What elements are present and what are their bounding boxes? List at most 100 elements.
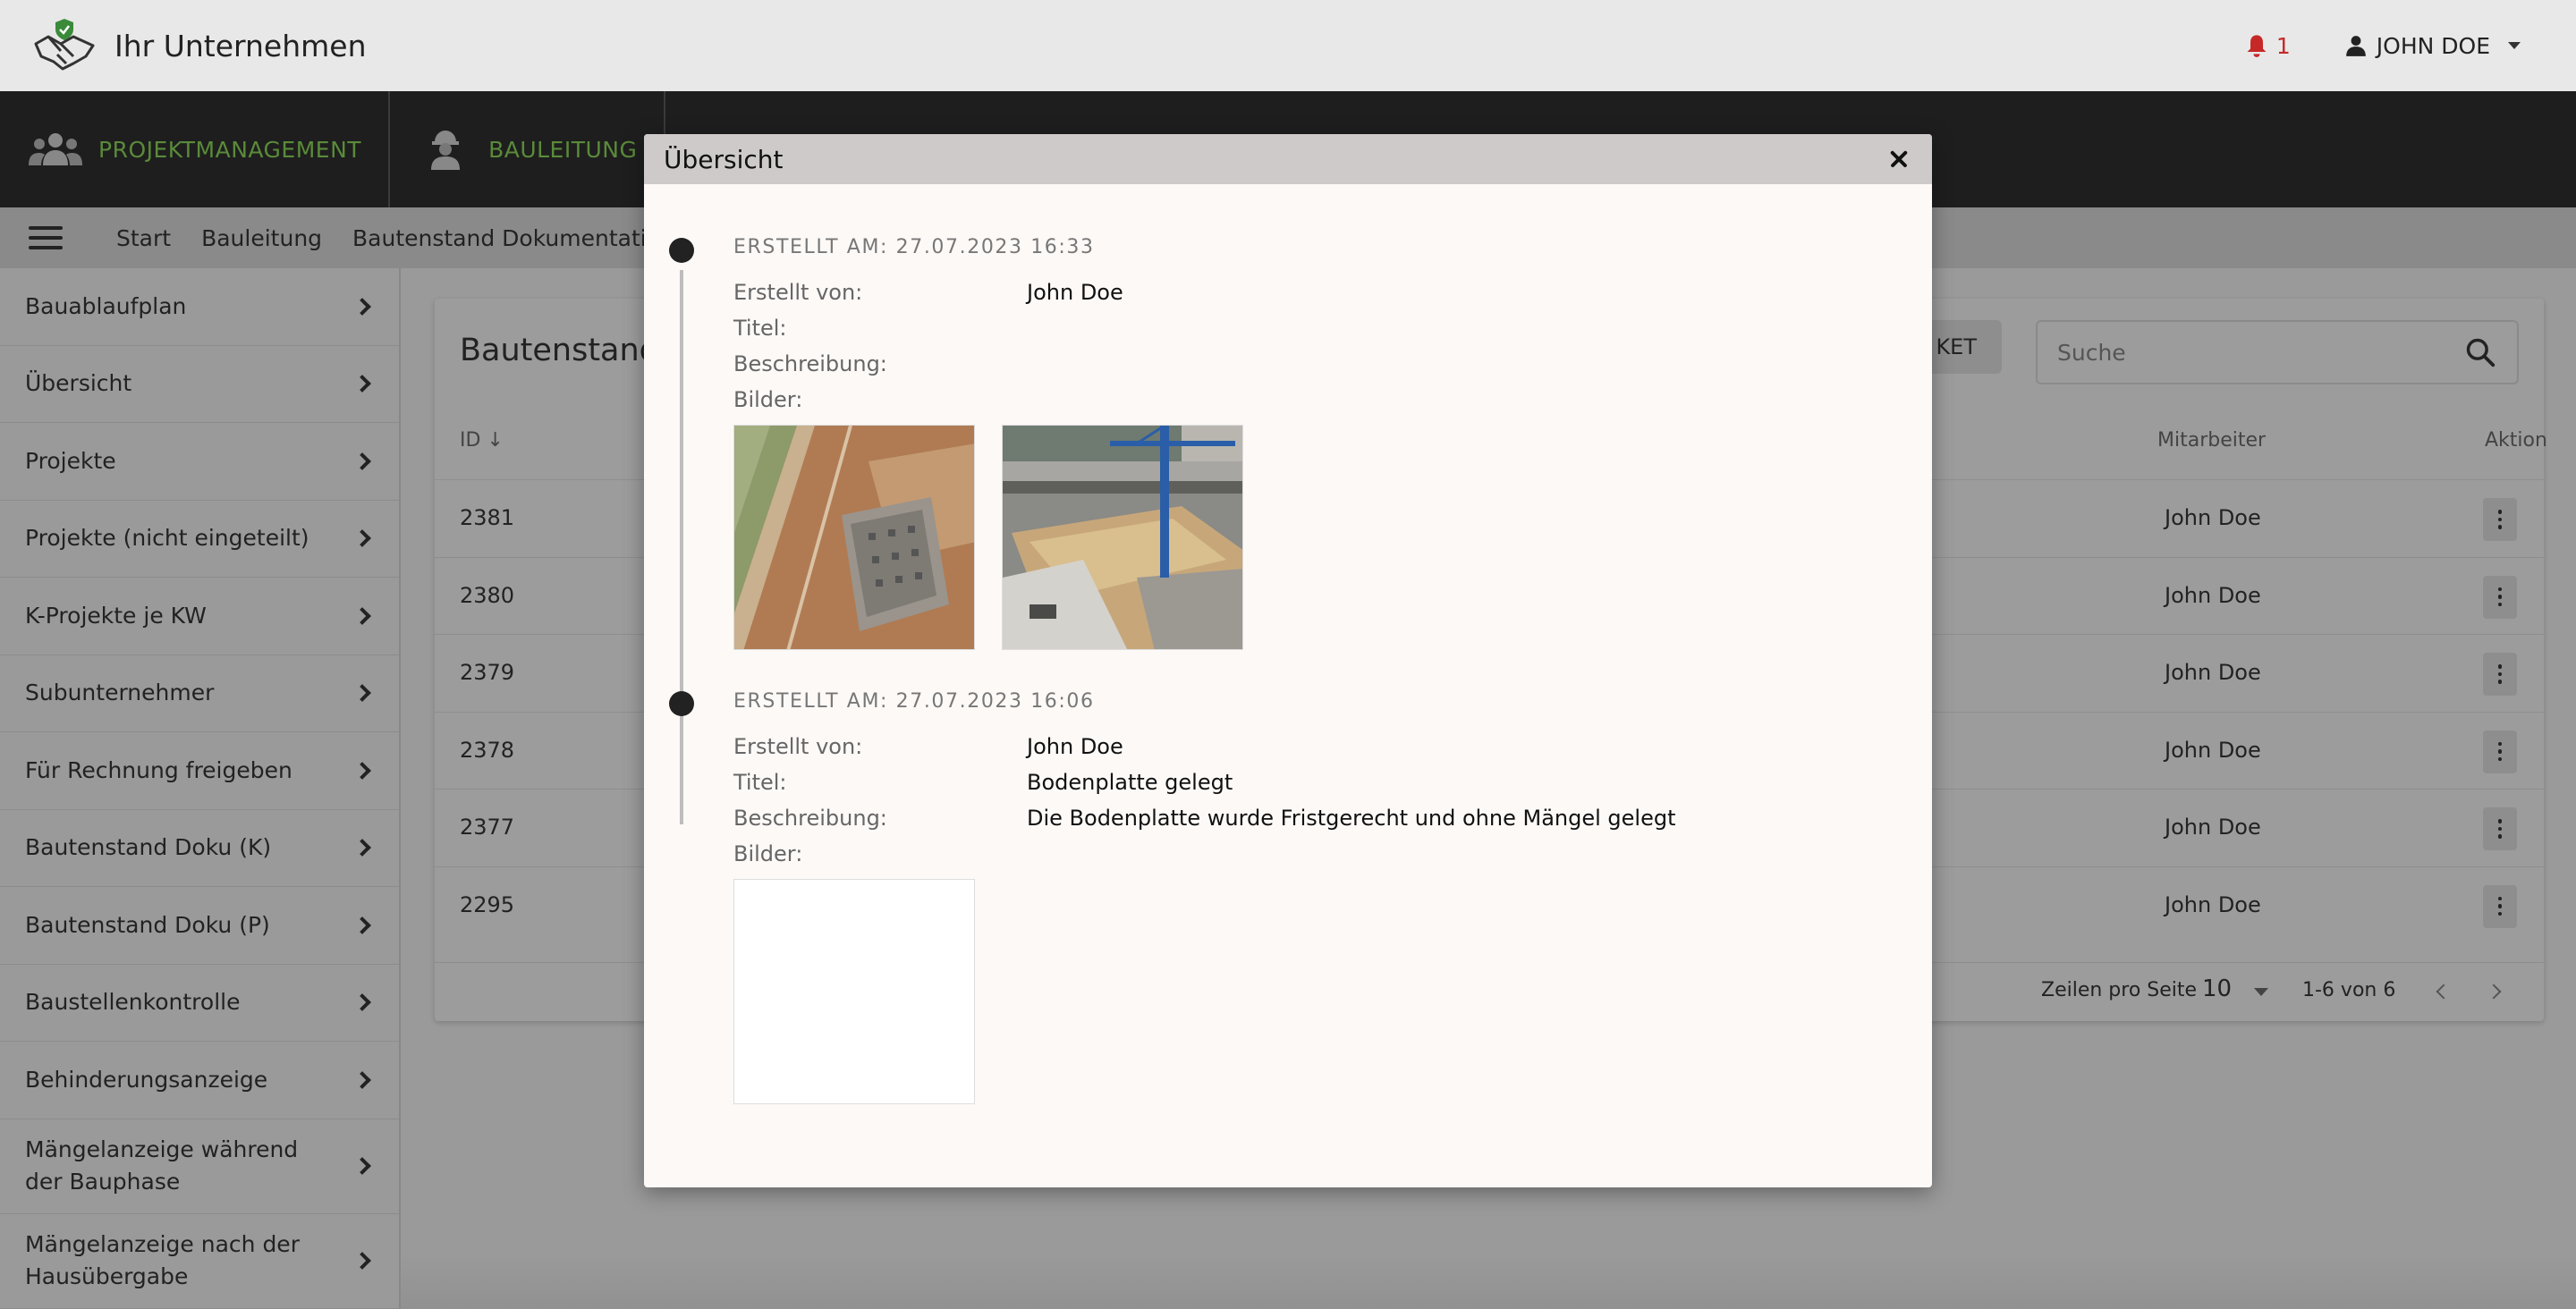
- sidebar-item-maengelanzeige-hausuebergabe[interactable]: Mängelanzeige nach der Hausübergabe: [0, 1214, 399, 1309]
- timeline-entry: ERSTELLT AM: 27.07.2023 16:06 Erstellt v…: [733, 690, 1896, 1104]
- timeline-entry: ERSTELLT AM: 27.07.2023 16:33 Erstellt v…: [733, 236, 1896, 650]
- arrow-down-icon: ↓: [487, 429, 504, 452]
- bell-icon: [2247, 35, 2267, 57]
- field-value: John Doe: [1027, 280, 1123, 305]
- breadcrumb-current: Bautenstand Dokumentation: [352, 224, 674, 251]
- dialog-title: Übersicht: [664, 144, 784, 174]
- sidebar-item-uebersicht[interactable]: Übersicht: [0, 346, 399, 423]
- sidebar-item-projekte-nicht-eingeteilt[interactable]: Projekte (nicht eingeteilt): [0, 501, 399, 578]
- action-button-label: KET: [1936, 334, 1977, 359]
- sidebar-item-projekte[interactable]: Projekte: [0, 423, 399, 501]
- caret-down-icon[interactable]: [2254, 988, 2268, 996]
- sidebar-item-label: Baustellenkontrolle: [25, 989, 241, 1016]
- sidebar-item-fuer-rechnung-freigeben[interactable]: Für Rechnung freigeben: [0, 732, 399, 810]
- caret-down-icon: [2508, 42, 2521, 49]
- sidebar-item-label: Bautenstand Doku (K): [25, 834, 272, 861]
- chevron-right-icon: [353, 993, 371, 1012]
- sidebar-item-baustellenkontrolle[interactable]: Baustellenkontrolle: [0, 965, 399, 1042]
- breadcrumb-start[interactable]: Start: [116, 225, 171, 251]
- chevron-left-icon[interactable]: [2436, 984, 2452, 1000]
- module-bauleitung[interactable]: BAULEITUNG: [390, 91, 666, 207]
- field-label: Titel:: [733, 316, 787, 341]
- sidebar-item-label: Projekte: [25, 447, 116, 474]
- more-vert-icon[interactable]: [2483, 498, 2517, 541]
- chevron-right-icon: [353, 529, 371, 548]
- chevron-right-icon: [353, 606, 371, 625]
- construction-site-foundation-photo[interactable]: [733, 425, 975, 650]
- sidebar-item-label: Übersicht: [25, 370, 132, 397]
- field-value: Die Bodenplatte wurde Fristgerecht und o…: [1027, 806, 1676, 831]
- chevron-right-icon: [353, 761, 371, 780]
- sidebar-item-k-projekte-je-kw[interactable]: K-Projekte je KW: [0, 578, 399, 655]
- field-label: Beschreibung:: [733, 351, 887, 376]
- search-field[interactable]: Suche: [2036, 320, 2519, 384]
- image-gallery: [733, 879, 1896, 1104]
- field-label: Erstellt von:: [733, 734, 863, 759]
- rows-per-page-select[interactable]: 10: [2202, 975, 2232, 1002]
- field-label: Bilder:: [733, 387, 803, 412]
- construction-crane-building-photo[interactable]: [1002, 425, 1243, 650]
- more-vert-icon[interactable]: [2483, 653, 2517, 696]
- more-vert-icon[interactable]: [2483, 730, 2517, 773]
- sidebar-item-label: Behinderungsanzeige: [25, 1066, 268, 1093]
- timeline-dot: [669, 238, 694, 263]
- module-label: BAULEITUNG: [488, 136, 638, 163]
- brand[interactable]: Ihr Unternehmen: [30, 17, 367, 74]
- sidebar-item-bautenstand-doku-p[interactable]: Bautenstand Doku (P): [0, 887, 399, 965]
- sidebar-item-maengelanzeige-bauphase[interactable]: Mängelanzeige während der Bauphase: [0, 1119, 399, 1214]
- sidebar-item-subunternehmer[interactable]: Subunternehmer: [0, 655, 399, 732]
- sidebar-item-label: Für Rechnung freigeben: [25, 756, 292, 783]
- user-menu-button[interactable]: JOHN DOE: [2344, 33, 2521, 59]
- more-vert-icon[interactable]: [2483, 575, 2517, 619]
- field-description: Beschreibung:: [733, 351, 1896, 376]
- more-vert-icon[interactable]: [2483, 884, 2517, 928]
- column-header-action: Aktion: [2485, 429, 2547, 452]
- more-vert-icon[interactable]: [2483, 807, 2517, 850]
- field-label: Titel:: [733, 770, 787, 795]
- image-gallery: [733, 425, 1896, 650]
- row-id: 2381: [460, 505, 515, 530]
- team-icon: [29, 133, 82, 165]
- empty-image-placeholder[interactable]: [733, 879, 975, 1104]
- dialog-header: Übersicht: [644, 134, 1932, 184]
- sidebar-item-label: Bautenstand Doku (P): [25, 911, 270, 938]
- field-description: Beschreibung: Die Bodenplatte wurde Frist…: [733, 806, 1896, 831]
- breadcrumb-bauleitung[interactable]: Bauleitung: [201, 225, 322, 251]
- field-value: Bodenplatte gelegt: [1027, 770, 1233, 795]
- chevron-right-icon: [353, 916, 371, 934]
- module-projektmanagement[interactable]: PROJEKTMANAGEMENT: [0, 91, 391, 207]
- top-bar: Ihr Unternehmen 1 JOHN DOE: [0, 0, 2576, 91]
- chevron-right-icon: [353, 452, 371, 470]
- search-input[interactable]: Suche: [2057, 340, 2126, 366]
- chevron-right-icon: [353, 1157, 371, 1175]
- row-employee: John Doe: [2165, 815, 2261, 840]
- chevron-right-icon: [353, 684, 371, 703]
- rows-per-page-label: Zeilen pro Seite: [2041, 979, 2198, 1001]
- hamburger-menu-icon[interactable]: [29, 226, 63, 249]
- sidebar-item-bauablaufplan[interactable]: Bauablaufplan: [0, 268, 399, 346]
- pagination-range: 1-6 von 6: [2302, 979, 2396, 1001]
- row-employee: John Doe: [2165, 891, 2261, 917]
- timeline-dot: [669, 691, 694, 716]
- row-id: 2379: [460, 660, 515, 685]
- notification-count: 1: [2275, 32, 2291, 59]
- sidebar-item-bautenstand-doku-k[interactable]: Bautenstand Doku (K): [0, 810, 399, 887]
- field-title: Titel: Bodenplatte gelegt: [733, 770, 1896, 795]
- bottom-shadow: [401, 1252, 2576, 1309]
- sidebar-item-behinderungsanzeige[interactable]: Behinderungsanzeige: [0, 1042, 399, 1119]
- chevron-right-icon[interactable]: [2486, 984, 2502, 1000]
- notifications-button[interactable]: 1: [2244, 33, 2291, 59]
- row-employee: John Doe: [2165, 737, 2261, 763]
- column-header-employee[interactable]: Mitarbeiter: [2157, 429, 2266, 452]
- row-id: 2377: [460, 815, 515, 840]
- chevron-right-icon: [353, 1070, 371, 1089]
- close-icon[interactable]: [1885, 146, 1912, 173]
- field-title: Titel:: [733, 316, 1896, 341]
- search-icon[interactable]: [2463, 335, 2497, 369]
- field-created-by: Erstellt von: John Doe: [733, 734, 1896, 759]
- photo-image: [734, 426, 974, 649]
- sidebar: Bauablaufplan Übersicht Projekte Projekt…: [0, 268, 401, 1309]
- entry-date: ERSTELLT AM: 27.07.2023 16:33: [733, 236, 1095, 258]
- column-header-label: ID: [460, 429, 481, 452]
- column-header-id[interactable]: ID ↓: [460, 429, 504, 452]
